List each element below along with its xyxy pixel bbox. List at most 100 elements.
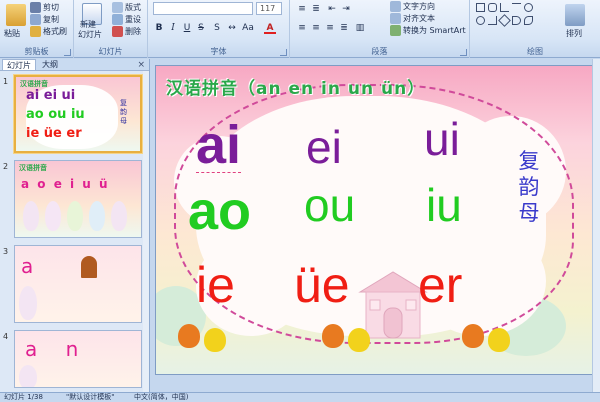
arrange-icon[interactable] bbox=[565, 4, 585, 26]
slides-group: 新建 幻灯片 版式 重设 删除 幻灯片 bbox=[74, 0, 148, 58]
pinyin-ai[interactable]: ai bbox=[196, 118, 242, 173]
side-label[interactable]: 复韵母 bbox=[518, 148, 540, 226]
new-slide-button[interactable]: 幻灯片 bbox=[78, 29, 102, 40]
align-text-button[interactable]: 对齐文本 bbox=[390, 13, 435, 24]
align-text-icon bbox=[390, 13, 401, 24]
pinyin-ao[interactable]: ao bbox=[188, 184, 251, 238]
reset-icon bbox=[112, 14, 123, 25]
clipboard-launcher-icon[interactable] bbox=[64, 49, 71, 56]
change-case-button[interactable]: Aa bbox=[242, 22, 254, 34]
font-size-input[interactable]: 117 bbox=[256, 2, 282, 15]
clipboard-group-label: 剪贴板 bbox=[24, 47, 49, 56]
rabbit-icon bbox=[23, 201, 39, 231]
rabbit-icon bbox=[19, 365, 37, 387]
chick-character-icon bbox=[348, 328, 370, 352]
reset-button[interactable]: 重设 bbox=[112, 14, 141, 25]
smartart-button[interactable]: 转换为 SmartArt bbox=[390, 25, 466, 36]
pinyin-ou[interactable]: ou bbox=[304, 182, 355, 228]
chick-character-icon bbox=[178, 324, 200, 348]
format-painter-button[interactable]: 格式刷 bbox=[30, 26, 67, 37]
elbow-shape-icon[interactable] bbox=[488, 16, 497, 25]
connector-shape-icon[interactable] bbox=[500, 3, 509, 12]
oval-shape-icon[interactable] bbox=[524, 3, 533, 12]
door-icon bbox=[81, 256, 97, 278]
line-shape-icon[interactable] bbox=[512, 3, 521, 12]
copy-button[interactable]: 复制 bbox=[30, 14, 59, 25]
slide-number: 4 bbox=[3, 332, 9, 341]
pinyin-er[interactable]: er bbox=[418, 260, 462, 310]
pinyin-ie[interactable]: ie bbox=[196, 260, 235, 310]
thumbnail-frame[interactable]: 汉语拼音 ai ei ui ao ou iu ie üe er 复韵母 bbox=[14, 75, 142, 153]
layout-icon bbox=[112, 2, 123, 13]
slide-number: 3 bbox=[3, 247, 9, 256]
circle-shape-icon[interactable] bbox=[476, 16, 485, 25]
pane-scrollbar[interactable] bbox=[143, 71, 149, 392]
paste-icon[interactable] bbox=[6, 4, 26, 26]
decrease-indent-icon[interactable]: ⇤ bbox=[326, 3, 338, 15]
spacing-button[interactable]: ↔ bbox=[226, 22, 238, 34]
slide-thumbnail-3[interactable]: 3 a bbox=[0, 245, 150, 327]
thumbnail-row-2: ao ou iu bbox=[26, 107, 85, 122]
pinyin-ue[interactable]: üe bbox=[294, 260, 350, 310]
scissors-icon bbox=[30, 2, 41, 13]
delete-icon bbox=[112, 26, 123, 37]
tab-slides[interactable]: 幻灯片 bbox=[2, 59, 36, 70]
pinyin-ei[interactable]: ei bbox=[306, 124, 342, 170]
text-direction-button[interactable]: 文字方向 bbox=[390, 1, 435, 12]
slide-scrollbar[interactable] bbox=[592, 59, 600, 392]
columns-icon[interactable]: ▥ bbox=[354, 22, 366, 34]
paragraph-launcher-icon[interactable] bbox=[460, 49, 467, 56]
curve-shape-icon[interactable] bbox=[512, 16, 521, 25]
pinyin-ui[interactable]: ui bbox=[424, 116, 460, 162]
font-launcher-icon[interactable] bbox=[280, 49, 287, 56]
rabbit-icon bbox=[45, 201, 61, 231]
slides-group-label: 幻灯片 bbox=[98, 47, 123, 56]
italic-button[interactable]: I bbox=[167, 22, 179, 34]
rectangle-shape-icon[interactable] bbox=[476, 3, 485, 12]
bold-button[interactable]: B bbox=[153, 22, 165, 34]
tab-outline[interactable]: 大纲 bbox=[38, 59, 62, 70]
increase-indent-icon[interactable]: ⇥ bbox=[340, 3, 352, 15]
diamond-shape-icon[interactable] bbox=[498, 14, 511, 27]
align-left-icon[interactable]: ≡ bbox=[296, 22, 308, 34]
font-name-input[interactable] bbox=[153, 2, 253, 15]
arrange-button[interactable]: 排列 bbox=[566, 28, 582, 39]
bullets-icon[interactable]: ≡ bbox=[296, 3, 308, 15]
wave-shape-icon[interactable] bbox=[524, 16, 533, 25]
slide-thumbnail-2[interactable]: 2 汉语拼音 a o e i u ü bbox=[0, 160, 150, 242]
language-status[interactable]: 中文(简体，中国) bbox=[134, 393, 188, 402]
strikethrough-button[interactable]: S bbox=[195, 22, 207, 34]
pinyin-iu[interactable]: iu bbox=[426, 182, 462, 228]
rounded-rect-shape-icon[interactable] bbox=[488, 3, 497, 12]
child-icon bbox=[67, 201, 83, 231]
align-right-icon[interactable]: ≡ bbox=[324, 22, 336, 34]
thumbnail-frame[interactable]: 汉语拼音 a o e i u ü bbox=[14, 160, 142, 238]
thumbnail-side-label: 复韵母 bbox=[120, 99, 127, 125]
paste-button[interactable]: 粘贴 bbox=[4, 28, 20, 39]
theme-name: "默认设计模板" bbox=[66, 393, 115, 401]
delete-slide-button[interactable]: 删除 bbox=[112, 26, 141, 37]
slide-number: 1 bbox=[3, 77, 9, 86]
chick-character-icon bbox=[322, 324, 344, 348]
align-center-icon[interactable]: ≡ bbox=[310, 22, 322, 34]
thumbnail-frame[interactable]: a bbox=[14, 245, 142, 323]
slide-editor: 汉语拼音（an en in un ün） ai ei ui ao ou iu i… bbox=[151, 59, 600, 392]
numbering-icon[interactable]: ≣ bbox=[310, 3, 322, 15]
font-color-button[interactable]: A bbox=[264, 22, 276, 34]
slide-canvas[interactable]: 汉语拼音（an en in un ün） ai ei ui ao ou iu i… bbox=[155, 65, 595, 375]
shadow-button[interactable]: S bbox=[211, 22, 223, 34]
thumbnail-frame[interactable]: a n bbox=[14, 330, 142, 388]
pane-tabs: 幻灯片 大纲 × bbox=[0, 59, 149, 71]
thumbnail-row-3: ie üe er bbox=[26, 126, 82, 141]
layout-button[interactable]: 版式 bbox=[112, 2, 141, 13]
slide-thumbnail-1[interactable]: 1 汉语拼音 ai ei ui ao ou iu ie üe er 复韵母 bbox=[0, 75, 150, 157]
thumbnail-row-1: a bbox=[21, 254, 34, 278]
underline-button[interactable]: U bbox=[181, 22, 193, 34]
clipboard-group: 粘贴 剪切 复制 格式刷 剪贴板 bbox=[0, 0, 74, 58]
cut-button[interactable]: 剪切 bbox=[30, 2, 59, 13]
close-pane-icon[interactable]: × bbox=[137, 60, 145, 70]
ribbon: 粘贴 剪切 复制 格式刷 剪贴板 新建 幻灯片 版式 重设 删除 幻灯片 117… bbox=[0, 0, 600, 58]
thumbnail-row-1: a o e i u ü bbox=[21, 177, 110, 191]
slide-title[interactable]: 汉语拼音（an en in un ün） bbox=[166, 74, 425, 99]
justify-icon[interactable]: ≣ bbox=[338, 22, 350, 34]
